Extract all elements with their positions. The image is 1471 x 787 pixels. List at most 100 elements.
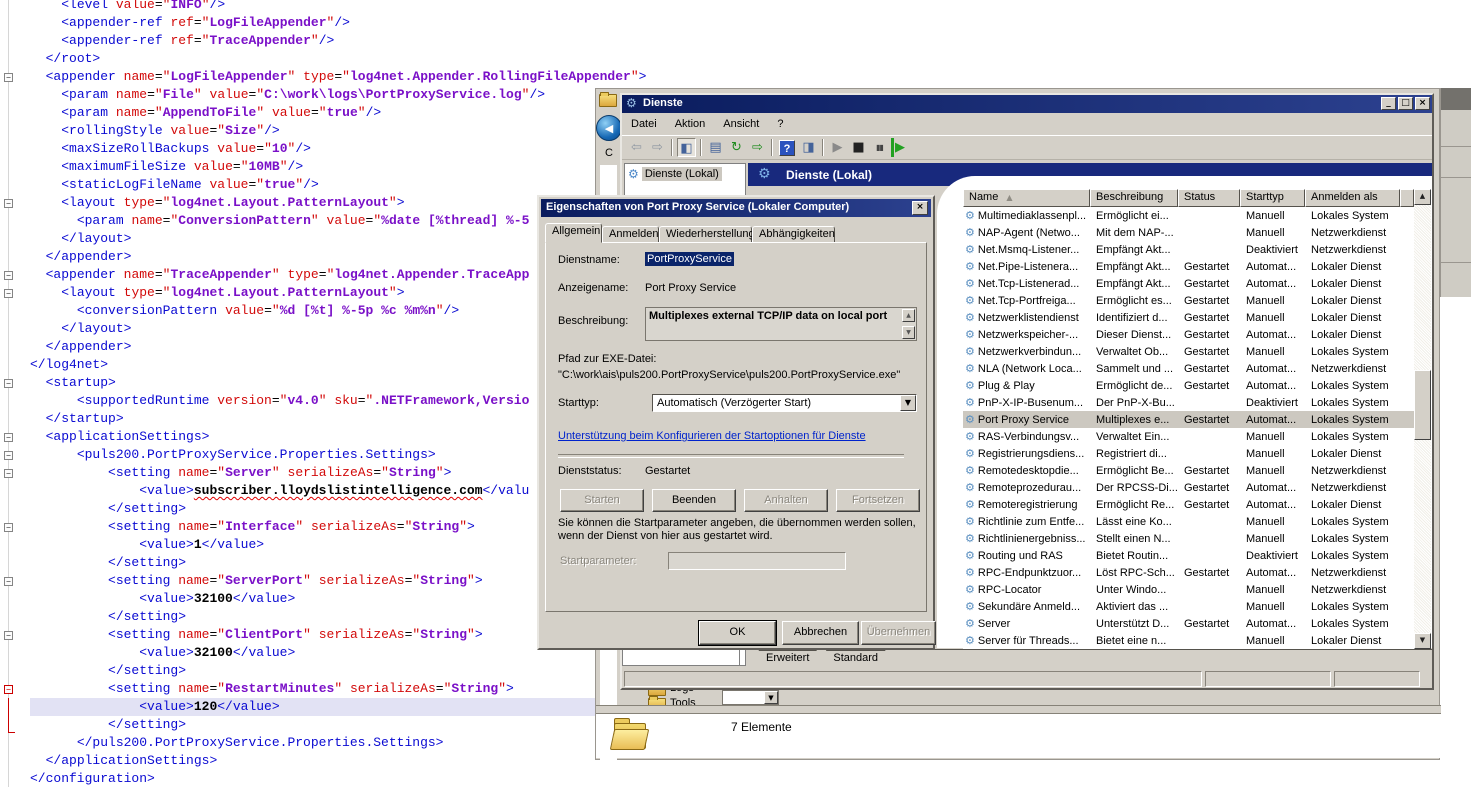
properties-icon[interactable]: ▤ xyxy=(706,138,725,157)
fold-marker[interactable]: − xyxy=(4,73,13,82)
fold-marker[interactable]: − xyxy=(4,451,13,460)
uebernehmen-button[interactable]: Übernehmen xyxy=(861,621,936,645)
tab-wiederherstellung[interactable]: Wiederherstellung xyxy=(659,226,752,243)
service-row[interactable]: ⚙Remoteprozedurau...Der RPCSS-Di...Gesta… xyxy=(963,479,1414,496)
dialog-titlebar[interactable]: Eigenschaften von Port Proxy Service (Lo… xyxy=(541,199,931,217)
start-service-icon[interactable]: ▶ xyxy=(828,138,847,157)
fold-marker[interactable]: − xyxy=(4,685,13,694)
list-vertical-scrollbar[interactable]: ▲ ▼ xyxy=(1414,189,1431,649)
fold-marker[interactable]: − xyxy=(4,433,13,442)
export-list-icon[interactable]: ⇨ xyxy=(748,138,767,157)
back-button[interactable]: ◀ xyxy=(596,115,622,141)
service-row[interactable]: ⚙Routing und RASBietet Routin...Deaktivi… xyxy=(963,547,1414,564)
abbrechen-button[interactable]: Abbrechen xyxy=(782,621,859,645)
filename-combobox[interactable]: ▼ xyxy=(722,690,779,705)
startparameter-input[interactable] xyxy=(668,552,846,570)
maximize-button[interactable]: □ xyxy=(1398,97,1413,110)
show-console-tree-icon[interactable]: ◧ xyxy=(677,138,696,157)
tab-abhängigkeiten[interactable]: Abhängigkeiten xyxy=(752,226,835,243)
beenden-button[interactable]: Beenden xyxy=(652,489,736,512)
service-row[interactable]: ⚙Remotedesktopdie...Ermöglicht Be...Gest… xyxy=(963,462,1414,479)
service-row[interactable]: ⚙Sekundäre Anmeld...Aktiviert das ...Man… xyxy=(963,598,1414,615)
services-titlebar[interactable]: ⚙ Dienste _ □ × xyxy=(622,95,1432,113)
service-row[interactable]: ⚙RemoteregistrierungErmöglicht Re...Gest… xyxy=(963,496,1414,513)
back-icon[interactable]: ⇦ xyxy=(627,138,646,157)
starttype-dropdown[interactable]: Automatisch (Verzögerter Start) ▼ xyxy=(652,394,917,412)
service-row[interactable]: ⚙Plug & PlayErmöglicht de...GestartetAut… xyxy=(963,377,1414,394)
scroll-down-icon[interactable]: ▼ xyxy=(902,326,915,339)
fold-marker[interactable]: − xyxy=(4,289,13,298)
help-icon[interactable]: ? xyxy=(779,140,795,156)
view-tab-erweitert[interactable]: Erweitert xyxy=(750,650,825,669)
column-header-status[interactable]: Status xyxy=(1178,189,1240,207)
service-row[interactable]: ⚙Server für Threads...Bietet eine n...Ma… xyxy=(963,632,1414,649)
scroll-down-icon[interactable]: ▼ xyxy=(1414,633,1431,649)
fold-marker[interactable]: − xyxy=(4,199,13,208)
refresh-icon[interactable]: ↻ xyxy=(727,138,746,157)
service-row[interactable]: ⚙RAS-Verbindungsv...Verwaltet Ein...Manu… xyxy=(963,428,1414,445)
service-row[interactable]: ⚙Netzwerkverbindun...Verwaltet Ob...Gest… xyxy=(963,343,1414,360)
tab-allgemein[interactable]: Allgemein xyxy=(545,223,602,243)
restart-service-icon[interactable]: ▶ xyxy=(891,138,905,157)
editor-gutter[interactable]: − − − − − − − − − − − − xyxy=(0,0,30,787)
description-box[interactable]: Multiplexes external TCP/IP data on loca… xyxy=(645,307,917,341)
service-row[interactable]: ⚙Port Proxy ServiceMultiplexes e...Gesta… xyxy=(963,411,1414,428)
service-row[interactable]: ⚙Net.Msmq-Listener...Empfängt Akt...Deak… xyxy=(963,241,1414,258)
fold-marker[interactable]: − xyxy=(4,631,13,640)
menu-item-?[interactable]: ? xyxy=(768,113,792,135)
scrollbar-thumb[interactable] xyxy=(1414,370,1431,440)
column-header-beschreibung[interactable]: Beschreibung xyxy=(1090,189,1178,207)
service-row[interactable]: ⚙NAP-Agent (Netwo...Mit dem NAP-...Manue… xyxy=(963,224,1414,241)
service-row[interactable]: ⚙Net.Tcp-Portfreiga...Ermöglicht es...Ge… xyxy=(963,292,1414,309)
chevron-down-icon[interactable]: ▼ xyxy=(900,395,916,411)
tree-item-dienste-lokal[interactable]: ⚙ Dienste (Lokal) xyxy=(628,167,722,181)
pause-service-icon[interactable]: ▮▮ xyxy=(870,138,889,157)
service-row[interactable]: ⚙NLA (Network Loca...Sammelt und ...Gest… xyxy=(963,360,1414,377)
column-header-name[interactable]: Name▲ xyxy=(963,189,1090,207)
service-row[interactable]: ⚙RPC-Endpunktzuor...Löst RPC-Sch...Gesta… xyxy=(963,564,1414,581)
column-header-stub[interactable] xyxy=(1400,189,1414,207)
tab-anmelden[interactable]: Anmelden xyxy=(602,226,659,243)
stop-service-icon[interactable]: ■ xyxy=(849,138,868,157)
startoptions-help-link[interactable]: Unterstützung beim Konfigurieren der Sta… xyxy=(558,430,866,442)
list-rows[interactable]: ⚙Multimediaklassenpl...Ermöglicht ei...M… xyxy=(963,207,1414,649)
ok-button[interactable]: OK xyxy=(699,621,776,645)
scroll-up-icon[interactable]: ▲ xyxy=(902,309,915,322)
column-header-starttyp[interactable]: Starttyp xyxy=(1240,189,1305,207)
service-row[interactable]: ⚙Richtlinienergebniss...Stellt einen N..… xyxy=(963,530,1414,547)
menu-item-datei[interactable]: Datei xyxy=(622,113,666,135)
service-row[interactable]: ⚙RPC-LocatorUnter Windo...ManuellNetzwer… xyxy=(963,581,1414,598)
list-header[interactable]: Name▲BeschreibungStatusStarttypAnmelden … xyxy=(963,189,1414,207)
starten-button[interactable]: Starten xyxy=(560,489,644,512)
menu-item-ansicht[interactable]: Ansicht xyxy=(714,113,768,135)
fold-marker[interactable]: − xyxy=(4,379,13,388)
close-icon[interactable]: × xyxy=(912,201,928,215)
forward-icon[interactable]: ⇨ xyxy=(648,138,667,157)
close-button[interactable]: × xyxy=(1415,97,1430,110)
service-row[interactable]: ⚙Net.Tcp-Listenerad...Empfängt Akt...Ges… xyxy=(963,275,1414,292)
service-row[interactable]: ⚙PnP-X-IP-Busenum...Der PnP-X-Bu...Deakt… xyxy=(963,394,1414,411)
service-row[interactable]: ⚙Richtlinie zum Entfe...Lässt eine Ko...… xyxy=(963,513,1414,530)
fold-marker[interactable]: − xyxy=(4,271,13,280)
fold-marker[interactable]: − xyxy=(4,469,13,478)
fold-marker[interactable]: − xyxy=(4,577,13,586)
service-row[interactable]: ⚙ServerUnterstützt D...GestartetAutomat.… xyxy=(963,615,1414,632)
view-tab-standard[interactable]: Standard xyxy=(817,650,894,669)
service-row[interactable]: ⚙Netzwerkspeicher-...Dieser Dienst...Ges… xyxy=(963,326,1414,343)
service-row[interactable]: ⚙Multimediaklassenpl...Ermöglicht ei...M… xyxy=(963,207,1414,224)
service-row[interactable]: ⚙Registrierungsdiens...Registriert di...… xyxy=(963,445,1414,462)
chevron-down-icon[interactable]: ▼ xyxy=(764,691,778,704)
menu-item-aktion[interactable]: Aktion xyxy=(666,113,715,135)
services-list[interactable]: Name▲BeschreibungStatusStarttypAnmelden … xyxy=(963,189,1414,649)
fortsetzen-button[interactable]: Fortsetzen xyxy=(836,489,920,512)
editor-code-area[interactable]: <level value="INFO"/> <appender-ref ref=… xyxy=(30,0,620,787)
service-row[interactable]: ⚙NetzwerklistendienstIdentifiziert d...G… xyxy=(963,309,1414,326)
dialog-tabs[interactable]: AllgemeinAnmeldenWiederherstellungAbhäng… xyxy=(545,223,835,243)
service-row[interactable]: ⚙Net.Pipe-Listenera...Empfängt Akt...Ges… xyxy=(963,258,1414,275)
extended-view-icon[interactable]: ◨ xyxy=(799,138,818,157)
scroll-up-icon[interactable]: ▲ xyxy=(1414,189,1431,205)
anhalten-button[interactable]: Anhalten xyxy=(744,489,828,512)
column-header-anmeldenals[interactable]: Anmelden als xyxy=(1305,189,1400,207)
fold-marker[interactable]: − xyxy=(4,523,13,532)
minimize-button[interactable]: _ xyxy=(1381,97,1396,110)
